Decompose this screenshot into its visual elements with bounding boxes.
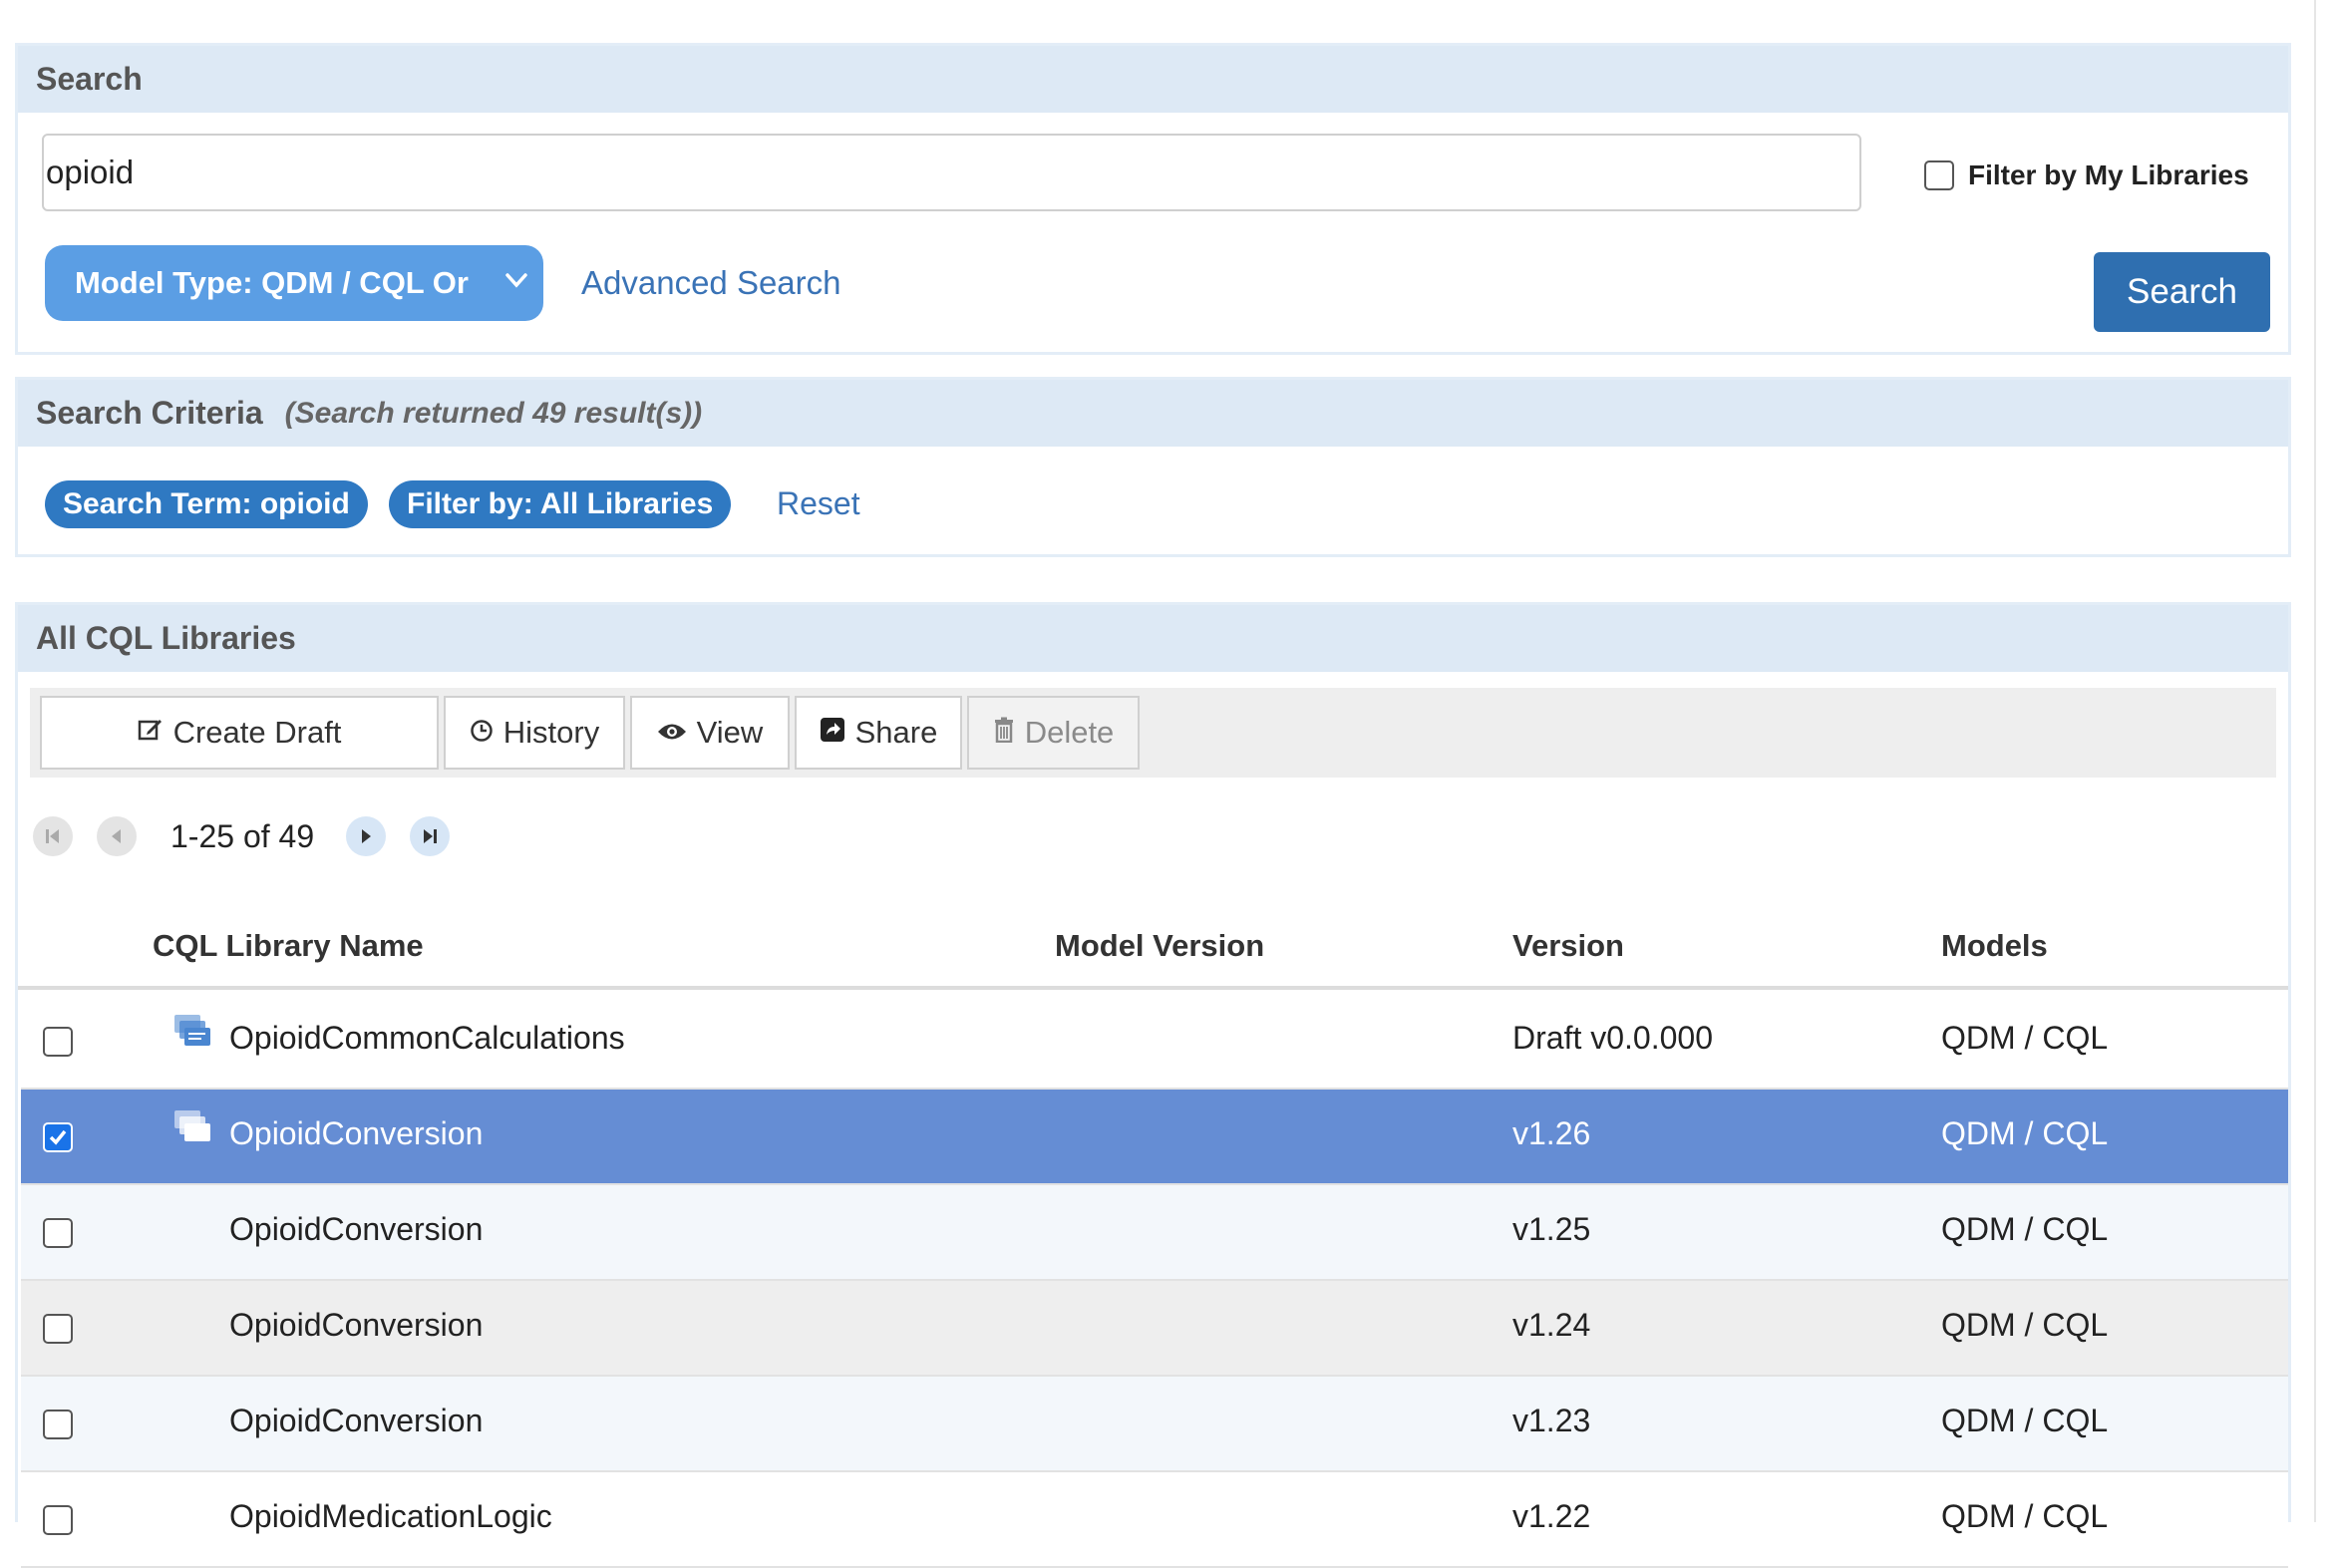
library-name: OpioidConversion <box>229 1403 484 1438</box>
reset-link[interactable]: Reset <box>777 485 860 522</box>
view-label: View <box>696 715 764 750</box>
library-version: v1.22 <box>1512 1498 1591 1534</box>
filter-my-libraries-checkbox[interactable]: Filter by My Libraries <box>1924 159 2249 191</box>
cql-libraries-header: All CQL Libraries <box>18 605 2288 672</box>
chevron-down-icon <box>503 265 529 303</box>
search-input[interactable] <box>42 134 1861 211</box>
search-results-count: (Search returned 49 result(s)) <box>284 396 703 430</box>
page-scrollbar[interactable] <box>2314 0 2334 1522</box>
filter-my-libraries-label: Filter by My Libraries <box>1968 159 2249 190</box>
filter-by-chip[interactable]: Filter by: All Libraries <box>389 480 732 528</box>
row-checkbox[interactable] <box>43 1410 73 1439</box>
create-draft-label: Create Draft <box>172 715 342 750</box>
last-page-icon[interactable] <box>410 816 451 856</box>
history-label: History <box>502 715 600 750</box>
row-checkbox[interactable] <box>43 1505 73 1535</box>
table-header: CQL Library Name Model Version Version M… <box>18 904 2288 990</box>
library-version: Draft v0.0.000 <box>1512 1020 1713 1056</box>
filter-my-libraries-box[interactable] <box>1924 160 1954 190</box>
library-name: OpioidMedicationLogic <box>229 1498 552 1534</box>
share-button[interactable]: Share <box>795 696 962 770</box>
table-row[interactable]: OpioidCommonCalculations Draft v0.0.000 QD… <box>21 994 2288 1090</box>
library-version: v1.25 <box>1512 1211 1591 1247</box>
row-checkbox[interactable] <box>43 1122 73 1152</box>
library-name: OpioidConversion <box>229 1211 484 1247</box>
library-name: OpioidConversion <box>229 1307 484 1343</box>
trash-icon <box>993 715 1015 751</box>
next-page-icon[interactable] <box>346 816 387 856</box>
column-header-name[interactable]: CQL Library Name <box>153 928 424 964</box>
library-toolbar: Create Draft History View Share Delete <box>30 688 2276 778</box>
table-row[interactable]: OpioidConversion v1.24 QDM / CQL <box>21 1281 2288 1377</box>
delete-button[interactable]: Delete <box>967 696 1140 770</box>
library-models: QDM / CQL <box>1941 1211 2109 1247</box>
search-button[interactable]: Search <box>2094 252 2270 332</box>
library-models: QDM / CQL <box>1941 1307 2109 1343</box>
row-checkbox[interactable] <box>43 1314 73 1344</box>
library-name: OpioidCommonCalculations <box>229 1020 625 1056</box>
library-models: QDM / CQL <box>1941 1020 2109 1056</box>
library-models: QDM / CQL <box>1941 1498 2109 1534</box>
column-header-models[interactable]: Models <box>1941 928 2048 964</box>
table-row[interactable]: OpioidConversion v1.26 QDM / CQL <box>21 1090 2288 1185</box>
search-criteria-header: Search Criteria (Search returned 49 resu… <box>18 380 2288 447</box>
column-header-model-version[interactable]: Model Version <box>1055 928 1264 964</box>
advanced-search-link[interactable]: Advanced Search <box>581 264 841 302</box>
search-panel-header: Search <box>18 46 2288 113</box>
cql-libraries-panel: All CQL Libraries Create Draft History V… <box>15 602 2291 1568</box>
library-name: OpioidConversion <box>229 1115 484 1151</box>
row-checkbox[interactable] <box>43 1218 73 1248</box>
table-row[interactable]: OpioidConversion v1.23 QDM / CQL <box>21 1377 2288 1472</box>
model-type-dropdown[interactable]: Model Type: QDM / CQL Or <box>45 245 543 321</box>
model-type-label: Model Type: QDM / CQL Or <box>75 265 469 300</box>
eye-icon <box>657 715 687 751</box>
library-family-icon <box>171 1012 211 1057</box>
search-panel-title: Search <box>36 61 143 97</box>
pagination: 1-25 of 49 <box>33 811 451 861</box>
view-button[interactable]: View <box>630 696 790 770</box>
page-range-text: 1-25 of 49 <box>170 817 315 854</box>
share-label: Share <box>854 715 938 750</box>
delete-label: Delete <box>1024 715 1115 750</box>
library-models: QDM / CQL <box>1941 1115 2109 1151</box>
history-button[interactable]: History <box>444 696 625 770</box>
search-criteria-title: Search Criteria <box>36 395 263 431</box>
first-page-icon[interactable] <box>33 816 73 856</box>
library-version: v1.24 <box>1512 1307 1591 1343</box>
table-row[interactable]: OpioidConversion v1.25 QDM / CQL <box>21 1185 2288 1281</box>
search-criteria-panel: Search Criteria (Search returned 49 resu… <box>15 377 2291 557</box>
create-draft-button[interactable]: Create Draft <box>40 696 439 770</box>
library-family-icon <box>171 1107 211 1152</box>
search-term-chip[interactable]: Search Term: opioid <box>45 480 368 528</box>
edit-icon <box>138 715 164 751</box>
clock-icon <box>470 715 494 751</box>
previous-page-icon[interactable] <box>97 816 137 856</box>
cql-libraries-title: All CQL Libraries <box>36 620 296 656</box>
library-version: v1.23 <box>1512 1403 1591 1438</box>
library-models: QDM / CQL <box>1941 1403 2109 1438</box>
row-checkbox[interactable] <box>43 1027 73 1057</box>
column-header-version[interactable]: Version <box>1512 928 1624 964</box>
share-icon <box>820 715 845 751</box>
library-version: v1.26 <box>1512 1115 1591 1151</box>
table-row[interactable]: OpioidMedicationLogic v1.22 QDM / CQL <box>21 1472 2288 1568</box>
search-panel: Search Filter by My Libraries Model Type… <box>15 43 2291 355</box>
